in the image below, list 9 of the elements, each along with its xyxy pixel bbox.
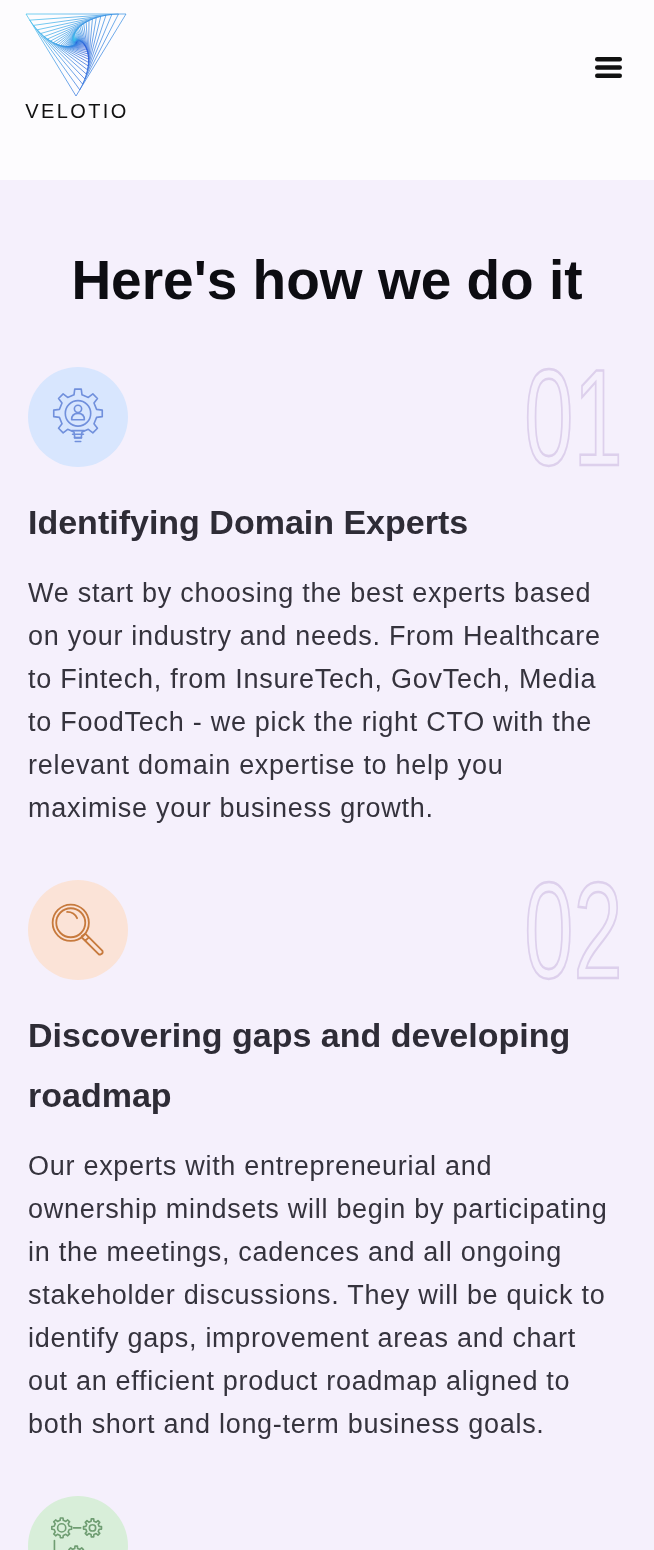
spiral-triangle-icon — [25, 13, 127, 97]
section-title: Here's how we do it — [70, 250, 584, 310]
brand-name: VELOTIO — [24, 99, 129, 123]
step-description: Our experts with entrepreneurial and ownership mindsets will begin by participating in the meetings, cadences and all ongoing stakeholder discussions. They will be quick to identify gaps, improvement areas and chart out an efficient product roadmap aligned to both short and long-term business goals. — [28, 1150, 609, 1441]
menu-button[interactable] — [595, 57, 622, 78]
menu-icon — [595, 57, 622, 78]
step-description: We start by choosing the best experts based on your industry and needs. From Healthcare to Fintech, from InsureTech, GovTech, Media to FoodTech - we pick the right CTO with the relevant domain expertise to help you maximise your business growth. — [28, 577, 602, 825]
step-heading: Identifying Domain Experts — [28, 502, 470, 543]
step-heading: Discovering gaps and developing roadmap — [28, 1015, 572, 1116]
